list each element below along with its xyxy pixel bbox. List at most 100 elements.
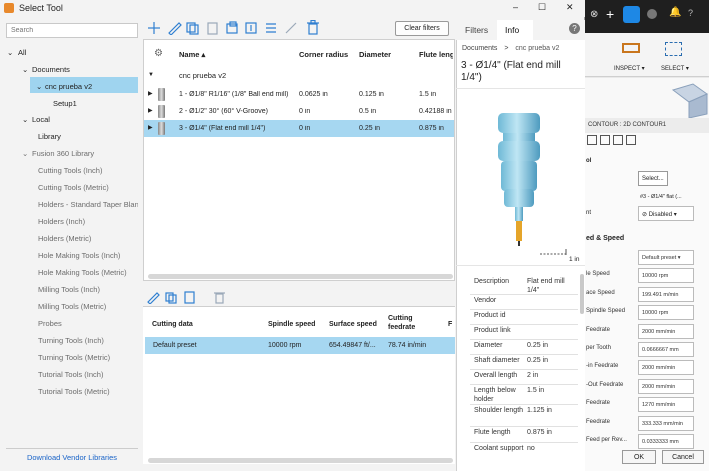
tool-row[interactable]: ▶ 1 - Ø1/8" R1/16" (1/8" Ball end mill) 0.… [144, 86, 454, 103]
column-header-flute-length[interactable]: Flute leng [419, 50, 453, 59]
clear-filters-button[interactable]: Clear filters [395, 21, 449, 36]
column-header-cutting-feedrate-line2[interactable]: feedrate [388, 324, 415, 331]
tool-row[interactable]: ▶ 3 - Ø1/4" (Flat end mill 1/4") 0 in 0.25 … [144, 120, 454, 137]
select-icon[interactable] [665, 42, 682, 56]
tree-item-library[interactable]: Library [38, 132, 61, 141]
breadcrumb-doc[interactable]: cnc prueba v2 [515, 45, 559, 52]
info-scrollbar[interactable] [580, 274, 584, 314]
geometry-tab-icon[interactable] [600, 135, 610, 145]
feed-speed-value[interactable]: 2000 mm/min [638, 360, 694, 376]
tree-item-library-category[interactable]: Cutting Tools (Inch) [38, 166, 138, 175]
tree-item-library-category[interactable]: Cutting Tools (Metric) [38, 183, 138, 192]
passes-tab-icon[interactable] [626, 135, 636, 145]
tool-preview[interactable]: 1 in [456, 88, 585, 266]
tree-item-library-category[interactable]: Turning Tools (Inch) [38, 336, 138, 345]
notification-bell-icon[interactable]: 🔔 [669, 7, 681, 18]
tool-row[interactable]: ▶ 2 - Ø1/2" 30° (60° V-Groove) 0 in 0.5 in 0… [144, 103, 454, 120]
feed-speed-value[interactable]: 199.491 m/min [638, 286, 694, 302]
tab-filters[interactable]: Filters [465, 25, 488, 35]
clock-icon[interactable] [647, 9, 657, 19]
tree-toggle-documents[interactable]: ⌄ [22, 65, 28, 74]
breadcrumb-documents[interactable]: Documents [462, 45, 497, 52]
paste-tool-icon[interactable] [226, 21, 238, 34]
tree-toggle-local[interactable]: ⌄ [22, 115, 28, 124]
tree-item-all[interactable]: All [18, 48, 26, 57]
delete-preset-icon[interactable] [214, 292, 225, 304]
help-icon[interactable]: ? [569, 23, 580, 34]
edit-tool-icon[interactable] [168, 22, 182, 35]
row-expand-icon[interactable]: ▶ [148, 124, 153, 131]
group-toggle[interactable]: ▼ [148, 72, 154, 78]
tree-toggle-doc[interactable]: ⌄ [36, 82, 42, 91]
maximize-button[interactable]: ☐ [538, 2, 546, 13]
preset-row[interactable]: Default preset 10000 rpm 654.49847 ft/..… [145, 337, 455, 354]
feed-speed-value[interactable]: 0.0333333 mm [638, 434, 694, 449]
duplicate-preset-icon[interactable] [165, 292, 177, 304]
feed-speed-value[interactable]: 2000 mm/min [638, 323, 694, 339]
tree-item-fusion-library[interactable]: Fusion 360 Library [32, 149, 94, 158]
tree-item-library-category[interactable]: Holders (Metric) [38, 234, 138, 243]
select-menu[interactable]: SELECT ▾ [661, 65, 689, 72]
feed-speed-value[interactable]: 2000 mm/min [638, 378, 694, 394]
tool-tab-icon[interactable] [587, 135, 597, 145]
cutting-data-scrollbar[interactable] [148, 458, 453, 463]
tree-item-library-category[interactable]: Hole Making Tools (Inch) [38, 251, 138, 260]
feed-speed-value[interactable]: 10000 rpm [638, 268, 694, 284]
tab-info[interactable]: Info [505, 25, 519, 35]
tool-table-scrollbar[interactable] [148, 274, 453, 279]
tree-item-doc[interactable]: cnc prueba v2 [45, 82, 92, 91]
tree-item-library-category[interactable]: Holders - Standard Taper Blanks [38, 200, 138, 209]
tree-item-documents[interactable]: Documents [32, 65, 70, 74]
minimize-button[interactable]: – [513, 2, 518, 12]
tree-toggle-fusion[interactable]: ⌄ [22, 149, 28, 158]
feed-speed-value[interactable]: 10000 rpm [638, 305, 694, 321]
viewcube-area[interactable] [585, 78, 709, 118]
tree-item-library-category[interactable]: Probes [38, 319, 138, 328]
tree-item-library-category[interactable]: Turning Tools (Metric) [38, 353, 138, 362]
tool-select-button[interactable]: Select... [638, 171, 668, 186]
tree-item-library-category[interactable]: Milling Tools (Inch) [38, 285, 138, 294]
ok-button[interactable]: OK [622, 450, 656, 464]
tree-item-local[interactable]: Local [32, 115, 50, 124]
tree-toggle-all[interactable]: ⌄ [7, 48, 13, 57]
feed-speed-value[interactable]: 333.333 mm/min [638, 415, 694, 431]
new-tool-icon[interactable] [148, 22, 160, 34]
download-vendor-libraries-link[interactable]: Download Vendor Libraries [6, 448, 138, 465]
column-header-name[interactable]: Name ▴ [179, 50, 205, 59]
column-header-diameter[interactable]: Diameter [359, 50, 391, 59]
close-button[interactable]: ✕ [566, 2, 574, 13]
panel-tab-icons[interactable] [587, 135, 636, 147]
copy-tool-icon[interactable] [207, 22, 218, 35]
measure-tool-icon[interactable] [285, 22, 297, 34]
search-input[interactable] [6, 23, 138, 38]
tree-item-library-category[interactable]: Holders (Inch) [38, 217, 138, 226]
tree-item-library-category[interactable]: Tutorial Tools (Inch) [38, 370, 138, 379]
feed-speed-value[interactable]: 1270 mm/min [638, 397, 694, 413]
column-header-cutting-feedrate-line1[interactable]: Cutting [388, 315, 413, 322]
viewcube-icon[interactable] [585, 78, 709, 118]
copy-preset-icon[interactable] [184, 291, 195, 304]
heights-tab-icon[interactable] [613, 135, 623, 145]
inspect-menu[interactable]: INSPECT ▾ [614, 65, 645, 72]
column-header-surface-speed[interactable]: Surface speed [329, 321, 377, 328]
inspect-icon[interactable] [622, 43, 640, 53]
feed-speed-value[interactable]: Default preset ▾ [638, 250, 694, 265]
column-header-cutting-data[interactable]: Cutting data [152, 321, 193, 328]
tree-item-setup[interactable]: Setup1 [53, 99, 77, 108]
row-expand-icon[interactable]: ▶ [148, 107, 153, 114]
title-bar[interactable]: Select Tool – ☐ ✕ [0, 0, 585, 17]
cancel-button[interactable]: Cancel [662, 450, 704, 464]
coolant-dropdown[interactable]: ⊘ Disabled ▾ [638, 206, 694, 221]
column-header-spindle-speed[interactable]: Spindle speed [268, 321, 315, 328]
tab-overflow-icon[interactable]: ⊗ [590, 9, 598, 20]
duplicate-tool-icon[interactable] [186, 22, 199, 35]
tree-item-library-category[interactable]: Tutorial Tools (Metric) [38, 387, 138, 396]
export-tool-icon[interactable] [245, 22, 257, 34]
row-expand-icon[interactable]: ▶ [148, 90, 153, 97]
delete-icon[interactable] [307, 20, 319, 35]
column-settings-icon[interactable]: ⚙ [154, 48, 163, 59]
help-icon[interactable]: ? [688, 8, 693, 18]
column-header-corner-radius[interactable]: Corner radius [299, 50, 348, 59]
tree-item-library-category[interactable]: Milling Tools (Metric) [38, 302, 138, 311]
job-status-icon[interactable] [623, 6, 640, 23]
